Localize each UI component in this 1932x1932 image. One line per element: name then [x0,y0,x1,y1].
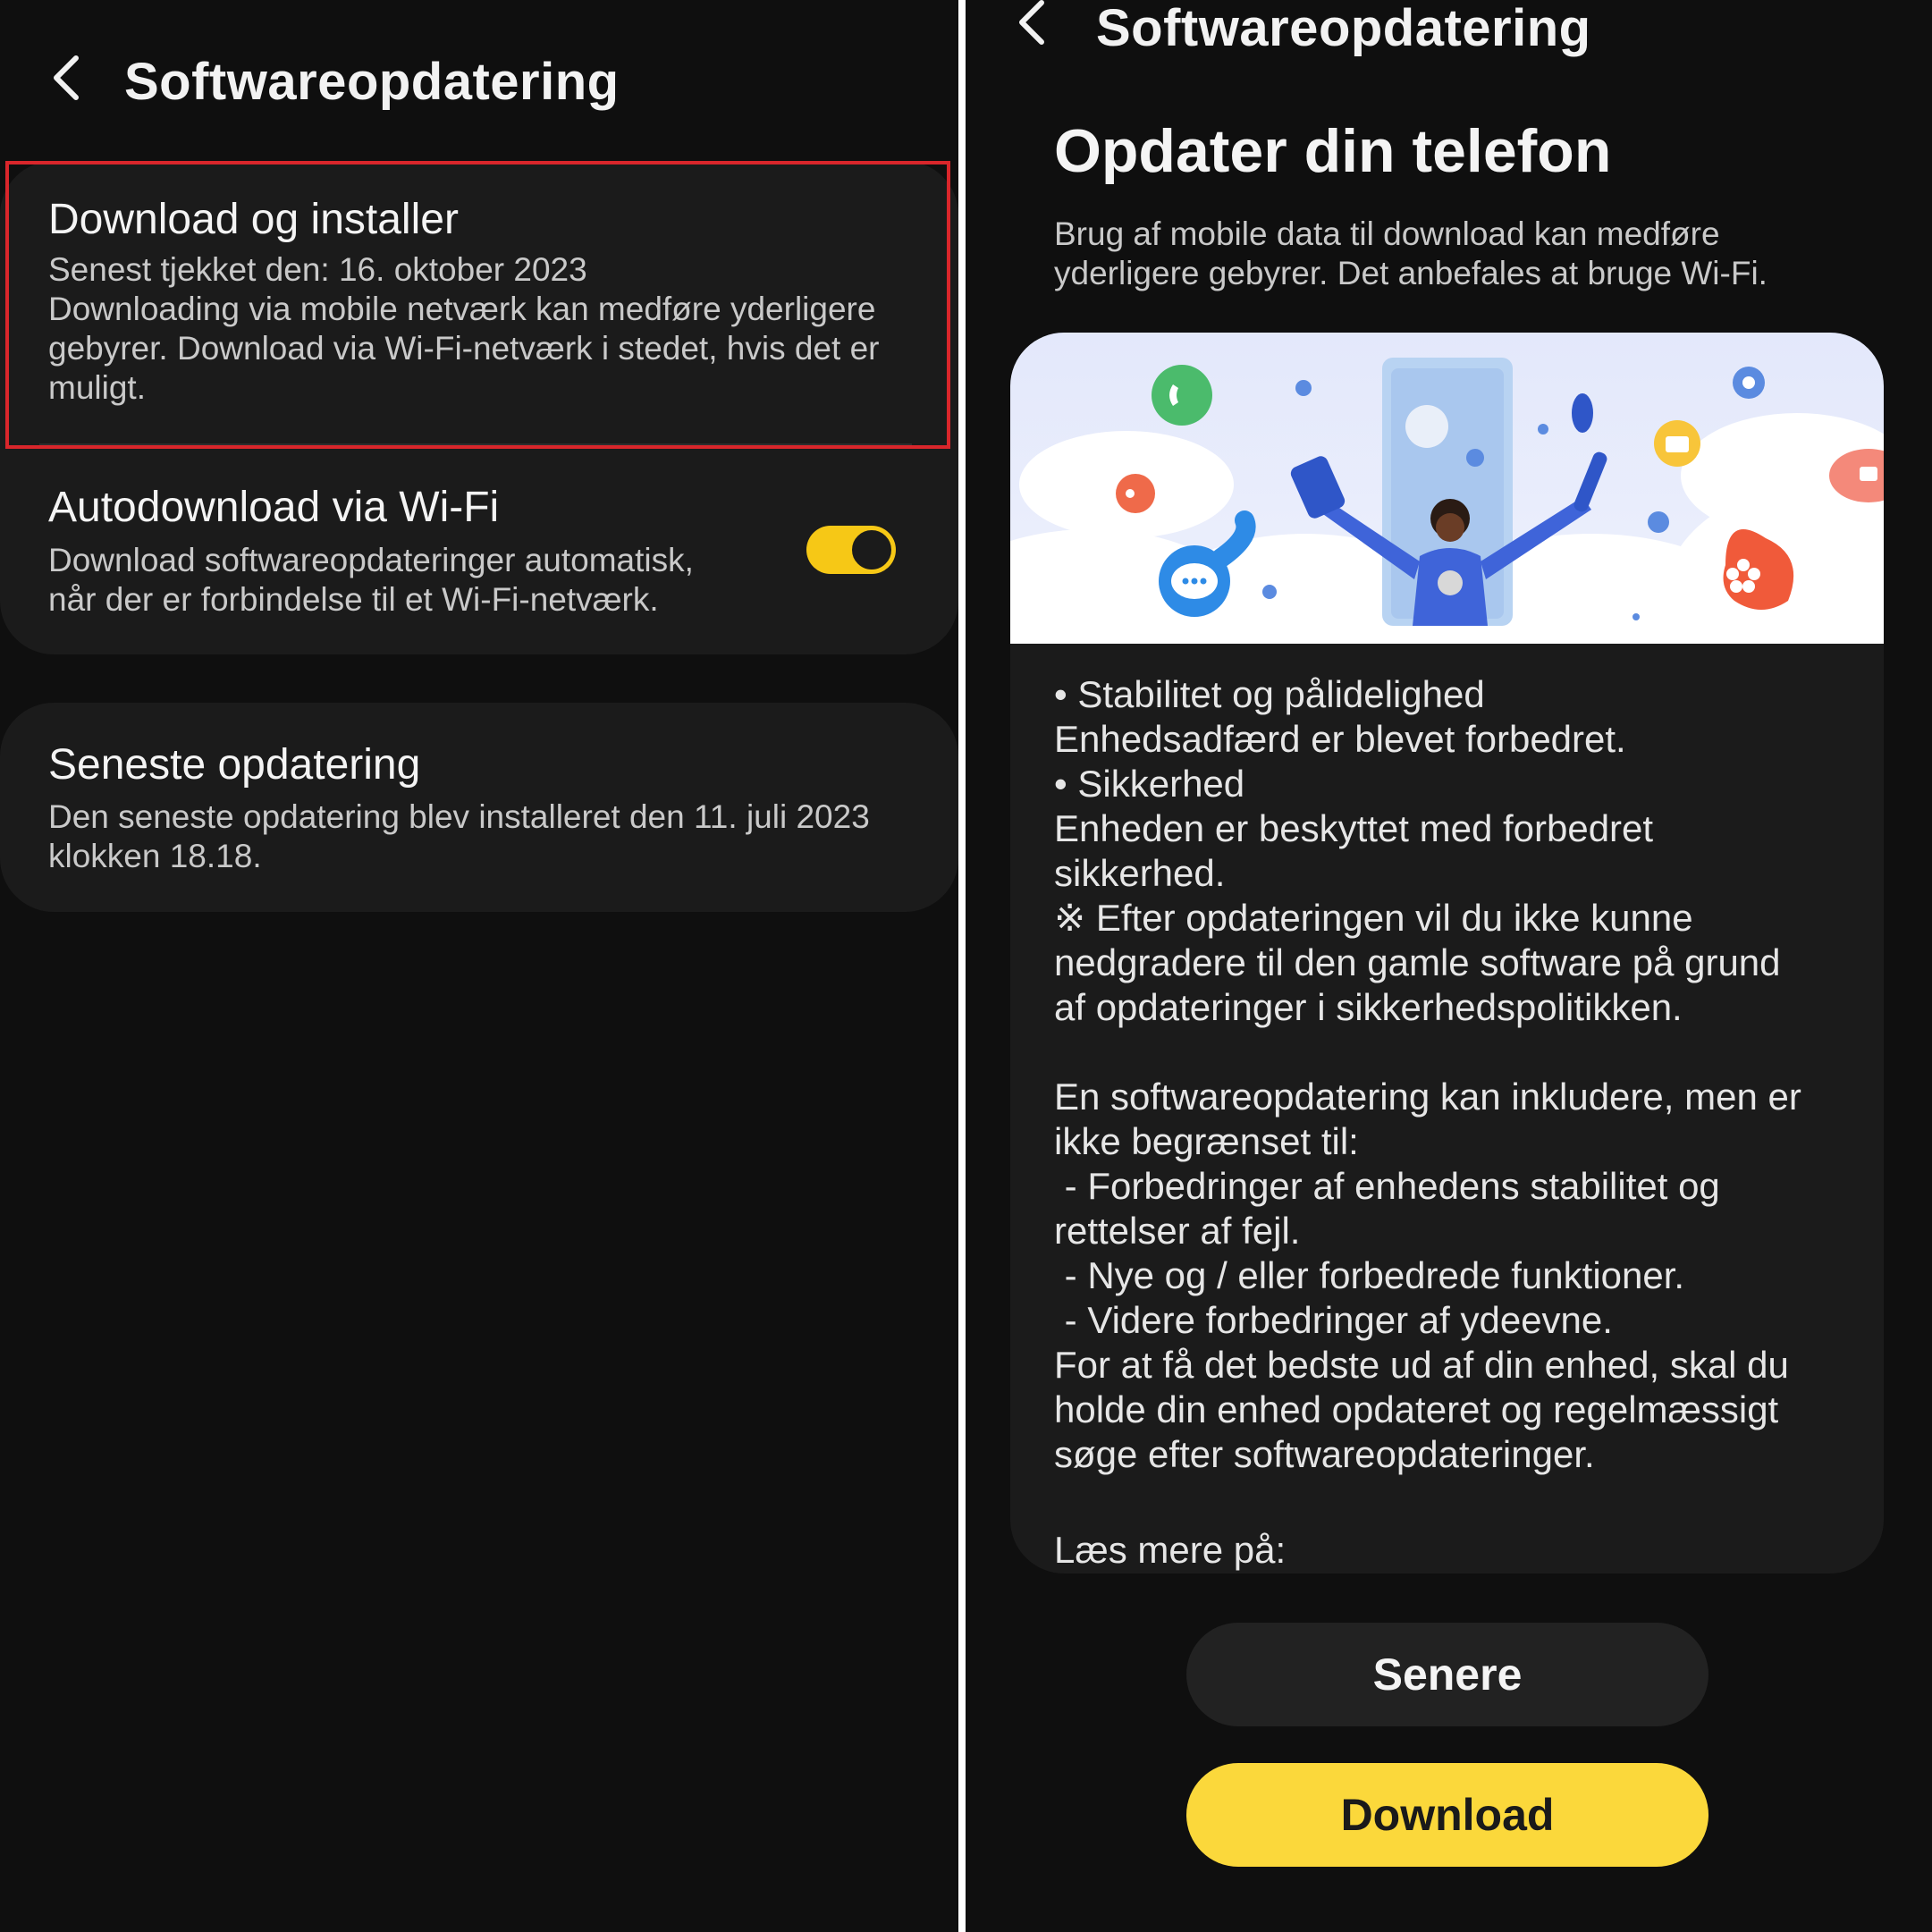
note-line: rettelser af fejl. [1054,1210,1301,1252]
note-line: - Videre forbedringer af ydeevne. [1054,1299,1613,1341]
note-line: ikke begrænset til: [1054,1120,1359,1162]
last-update-line-1: Den seneste opdatering blev installeret … [48,798,870,835]
note-line: En softwareopdatering kan inkludere, men… [1054,1076,1801,1118]
note-line: - Nye og / eller forbedrede funktioner. [1054,1254,1685,1296]
page-title: Softwareopdatering [124,53,620,111]
update-headline: Opdater din telefon [1054,117,1612,185]
update-details-card[interactable]: • Stabilitet og pålidelighed Enhedsadfær… [1010,333,1884,1573]
note-line: • Sikkerhed [1054,763,1245,805]
note-line: nedgradere til den gamle software på gru… [1054,941,1781,983]
note-line: af opdateringer i sikkerhedspolitikken. [1054,986,1683,1028]
autodownload-line-2: når der er forbindelse til et Wi-Fi-netv… [48,581,659,618]
update-illustration [1010,333,1884,644]
note-line: • Stabilitet og pålidelighed [1054,673,1485,715]
note-line: søge efter softwareopdateringer. [1054,1433,1595,1475]
note-line: - Forbedringer af enhedens stabilitet og [1054,1165,1720,1207]
autodownload-description: Download softwareopdateringer automatisk… [48,541,781,620]
note-line: For at få det bedste ud af din enhed, sk… [1054,1344,1789,1386]
highlight-annotation-box [5,161,950,449]
note-line: holde din enhed opdateret og regelmæssig… [1054,1388,1779,1430]
chevron-left-icon [1013,0,1052,52]
later-button[interactable]: Senere [1186,1623,1708,1726]
last-update-title: Seneste opdatering [48,741,421,789]
right-screen-update-phone: Softwareopdatering Opdater din telefon B… [966,0,1932,1932]
last-update-description: Den seneste opdatering blev installeret … [48,797,933,876]
last-update-card[interactable]: Seneste opdatering Den seneste opdaterin… [0,703,958,912]
download-button[interactable]: Download [1186,1763,1708,1867]
note-line: sikkerhed. [1054,852,1226,894]
chevron-left-icon [47,53,87,107]
mobile-data-notice: Brug af mobile data til download kan med… [1054,215,1841,293]
left-screen-software-update: Softwareopdatering Download og installer… [0,0,958,1932]
page-title: Softwareopdatering [1096,0,1591,57]
autodownload-title: Autodownload via Wi-Fi [48,484,500,531]
back-button[interactable] [36,48,98,111]
screen-divider [958,0,966,1932]
screenshot-canvas: Softwareopdatering Download og installer… [0,0,1932,1932]
read-more-text: Læs mere på: [1054,1529,1287,1571]
last-update-line-2: klokken 18.18. [48,838,262,874]
note-line: Enhedsadfærd er blevet forbedret. [1054,718,1626,760]
notice-line-1: Brug af mobile data til download kan med… [1054,215,1720,252]
note-line: Enheden er beskyttet med forbedret [1054,807,1654,849]
release-notes: • Stabilitet og pålidelighed Enhedsadfær… [1054,672,1859,1477]
autodownload-toggle[interactable] [806,526,896,574]
autodownload-line-1: Download softwareopdateringer automatisk… [48,542,694,578]
back-button[interactable] [1001,0,1064,55]
note-line: ※ Efter opdateringen vil du ikke kunne [1054,897,1693,939]
notice-line-2: yderligere gebyrer. Det anbefales at bru… [1054,255,1767,291]
toggle-knob [852,530,891,569]
